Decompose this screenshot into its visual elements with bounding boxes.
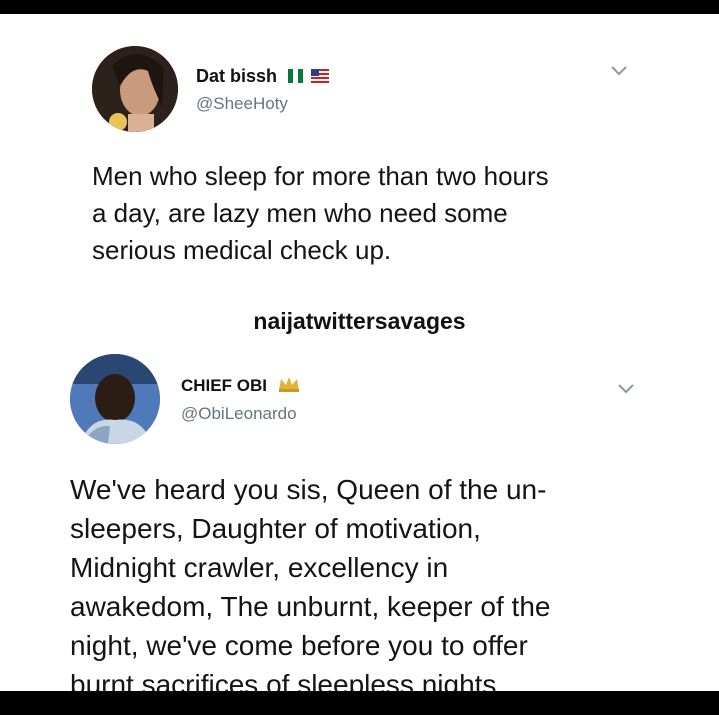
profile-photo bbox=[70, 354, 160, 444]
display-name[interactable]: CHIEF OBI bbox=[181, 376, 300, 397]
handle[interactable]: @SheeHoty bbox=[196, 94, 288, 114]
screenshot-frame: Dat bissh @SheeHoty Men who sleep for mo… bbox=[0, 14, 719, 691]
profile-photo bbox=[92, 46, 178, 132]
avatar[interactable] bbox=[70, 354, 160, 444]
handle[interactable]: @ObiLeonardo bbox=[181, 404, 297, 424]
tweet-1[interactable]: Dat bissh @SheeHoty Men who sleep for mo… bbox=[0, 14, 719, 304]
crown-icon bbox=[278, 376, 300, 397]
chevron-down-icon[interactable] bbox=[610, 64, 628, 82]
nigeria-flag-icon bbox=[288, 67, 304, 88]
tweet-text: We've heard you sis, Queen of the un- sl… bbox=[70, 474, 551, 691]
chevron-down-icon[interactable] bbox=[617, 382, 635, 400]
tweet-text: Men who sleep for more than two hours a … bbox=[92, 161, 549, 265]
tweet-2[interactable]: CHIEF OBI @ObiLeonardo We've heard you s… bbox=[0, 344, 719, 691]
avatar[interactable] bbox=[92, 46, 178, 132]
display-name[interactable]: Dat bissh bbox=[196, 66, 330, 88]
us-flag-icon bbox=[311, 67, 330, 88]
display-name-text: CHIEF OBI bbox=[181, 376, 267, 395]
display-name-text: Dat bissh bbox=[196, 66, 278, 86]
watermark: naijatwittersavages bbox=[253, 308, 466, 334]
